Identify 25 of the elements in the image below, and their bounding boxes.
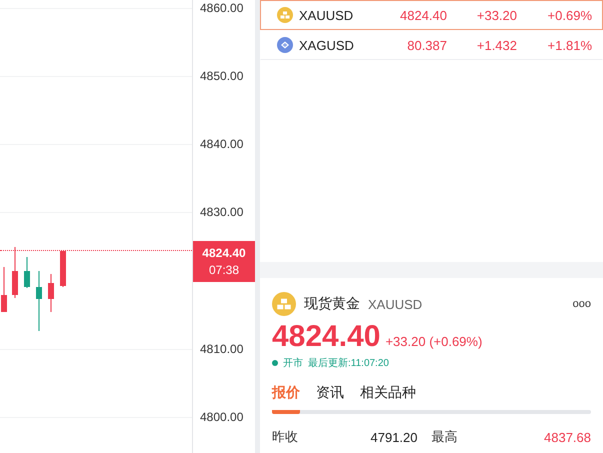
stat-label: 昨收 [272, 428, 299, 446]
watchlist-row[interactable]: XAUUSD 4824.40 +33.20 +0.69% [260, 0, 603, 30]
bars-icon [277, 7, 293, 23]
instrument-name: 现货黄金 [304, 295, 360, 313]
axis-label: 4850.00 [200, 69, 244, 83]
axis-label: 4810.00 [200, 342, 244, 356]
axis-label: 4860.00 [200, 1, 244, 15]
detail-tab[interactable]: 相关品种 [360, 384, 416, 414]
price-change: +33.20 (+0.69%) [385, 334, 482, 349]
stat-value: 4791.20 [370, 430, 418, 444]
status-dot [272, 360, 278, 366]
axis-label: 4840.00 [200, 137, 244, 151]
current-price-tag: 4824.40 07:38 [193, 241, 255, 282]
stat-value: 4837.68 [543, 430, 591, 444]
detail-tab[interactable]: 资讯 [316, 384, 344, 414]
bars-icon [272, 292, 296, 316]
axis-label: 4830.00 [200, 205, 244, 219]
more-menu[interactable]: ooo [572, 298, 591, 310]
stat-label: 最高 [432, 428, 458, 446]
instrument-symbol: XAUUSD [368, 296, 422, 312]
last-update-time: 最后更新:11:07:20 [308, 356, 389, 370]
watchlist-row[interactable]: XAGUSD 80.387 +1.432 +1.81% [260, 30, 603, 60]
axis-label: 4800.00 [200, 410, 244, 424]
market-status: 开市 [283, 356, 303, 370]
last-price: 4824.40 [272, 320, 380, 354]
